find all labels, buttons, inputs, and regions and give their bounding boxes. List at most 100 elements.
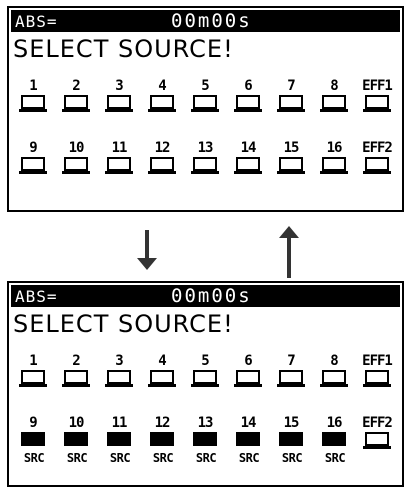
track-button-3[interactable]: 3 (101, 353, 141, 393)
track-button-eff1[interactable]: EFF1 (359, 78, 399, 118)
track-button-6[interactable]: 6 (230, 353, 270, 393)
track-key[interactable] (62, 157, 90, 174)
track-button-15[interactable]: 15 (273, 140, 313, 180)
track-key[interactable] (363, 95, 391, 112)
track-button-9[interactable]: 9 SRC (15, 415, 55, 465)
track-button-4[interactable]: 4 (144, 78, 184, 118)
track-button-eff1[interactable]: EFF1 (359, 353, 399, 393)
track-key-selected[interactable] (107, 432, 131, 446)
track-key-selected[interactable] (322, 432, 346, 446)
track-label: 1 (29, 78, 37, 94)
track-key[interactable] (148, 95, 176, 112)
track-key[interactable] (148, 157, 176, 174)
track-label: 1 (29, 353, 37, 369)
track-key[interactable] (320, 370, 348, 387)
track-key[interactable] (277, 157, 305, 174)
header-bar: ABS= 00m00s (11, 10, 400, 32)
track-key-selected[interactable] (150, 432, 174, 446)
track-button-3[interactable]: 3 (101, 78, 141, 118)
track-key[interactable] (277, 370, 305, 387)
track-key[interactable] (62, 370, 90, 387)
track-key[interactable] (363, 432, 391, 449)
track-key-selected[interactable] (21, 432, 45, 446)
track-button-5[interactable]: 5 (187, 78, 227, 118)
track-label: 3 (115, 78, 123, 94)
track-label: 5 (201, 353, 209, 369)
track-label: EFF1 (362, 78, 393, 94)
track-key[interactable] (234, 95, 262, 112)
track-button-eff2[interactable]: EFF2 (359, 415, 399, 455)
src-indicator: SRC (23, 451, 45, 465)
track-row-2: 9 SRC 10 SRC 11 SRC 12 SRC 13 SRC 14 SRC 15 SRC 16 SRC E… (9, 415, 402, 465)
track-key[interactable] (277, 95, 305, 112)
track-key[interactable] (105, 95, 133, 112)
track-label: 2 (72, 353, 80, 369)
track-label: 16 (326, 140, 343, 156)
track-key[interactable] (191, 157, 219, 174)
track-button-10[interactable]: 10 (58, 140, 98, 180)
track-key[interactable] (19, 95, 47, 112)
track-key[interactable] (320, 95, 348, 112)
track-key[interactable] (148, 370, 176, 387)
track-button-12[interactable]: 12 (144, 140, 184, 180)
src-indicator: SRC (109, 451, 131, 465)
track-button-10[interactable]: 10 SRC (58, 415, 98, 465)
track-label: 11 (111, 140, 128, 156)
track-label: EFF2 (362, 140, 393, 156)
track-key[interactable] (62, 95, 90, 112)
track-key-selected[interactable] (236, 432, 260, 446)
src-indicator: SRC (152, 451, 174, 465)
track-key[interactable] (234, 370, 262, 387)
track-button-8[interactable]: 8 (316, 78, 356, 118)
track-button-7[interactable]: 7 (273, 78, 313, 118)
track-button-4[interactable]: 4 (144, 353, 184, 393)
track-button-eff2[interactable]: EFF2 (359, 140, 399, 180)
track-key[interactable] (19, 370, 47, 387)
track-key[interactable] (363, 370, 391, 387)
src-indicator: SRC (324, 451, 346, 465)
track-button-2[interactable]: 2 (58, 353, 98, 393)
time-readout: 00m00s (171, 285, 252, 307)
track-label: EFF2 (362, 415, 393, 431)
track-label: 7 (287, 353, 295, 369)
track-button-13[interactable]: 13 SRC (187, 415, 227, 465)
track-key-selected[interactable] (64, 432, 88, 446)
track-button-1[interactable]: 1 (15, 353, 55, 393)
abs-label: ABS= (15, 12, 58, 31)
track-key[interactable] (19, 157, 47, 174)
track-button-16[interactable]: 16 (316, 140, 356, 180)
track-label: 6 (244, 353, 252, 369)
track-label: 12 (154, 415, 171, 431)
track-button-7[interactable]: 7 (273, 353, 313, 393)
track-button-11[interactable]: 11 (101, 140, 141, 180)
time-readout: 00m00s (171, 10, 252, 32)
track-button-2[interactable]: 2 (58, 78, 98, 118)
track-key[interactable] (105, 157, 133, 174)
arrow-up-icon (279, 226, 299, 278)
lcd-screen-before: ABS= 00m00s SELECT SOURCE! 1 2 3 4 5 6 7 8 EFF1 … (7, 6, 404, 212)
track-button-9[interactable]: 9 (15, 140, 55, 180)
track-key[interactable] (191, 370, 219, 387)
track-button-16[interactable]: 16 SRC (316, 415, 356, 465)
track-button-14[interactable]: 14 (230, 140, 270, 180)
track-label: 8 (330, 353, 338, 369)
track-button-15[interactable]: 15 SRC (273, 415, 313, 465)
track-button-11[interactable]: 11 SRC (101, 415, 141, 465)
track-key[interactable] (363, 157, 391, 174)
track-button-5[interactable]: 5 (187, 353, 227, 393)
track-button-13[interactable]: 13 (187, 140, 227, 180)
track-button-1[interactable]: 1 (15, 78, 55, 118)
track-button-12[interactable]: 12 SRC (144, 415, 184, 465)
src-indicator: SRC (66, 451, 88, 465)
track-key-selected[interactable] (193, 432, 217, 446)
track-key[interactable] (234, 157, 262, 174)
track-key[interactable] (105, 370, 133, 387)
track-key[interactable] (191, 95, 219, 112)
track-button-6[interactable]: 6 (230, 78, 270, 118)
track-label: 4 (158, 353, 166, 369)
track-button-8[interactable]: 8 (316, 353, 356, 393)
track-row-2: 9 10 11 12 13 14 15 16 EFF2 (9, 140, 402, 180)
track-key[interactable] (320, 157, 348, 174)
track-key-selected[interactable] (279, 432, 303, 446)
track-button-14[interactable]: 14 SRC (230, 415, 270, 465)
